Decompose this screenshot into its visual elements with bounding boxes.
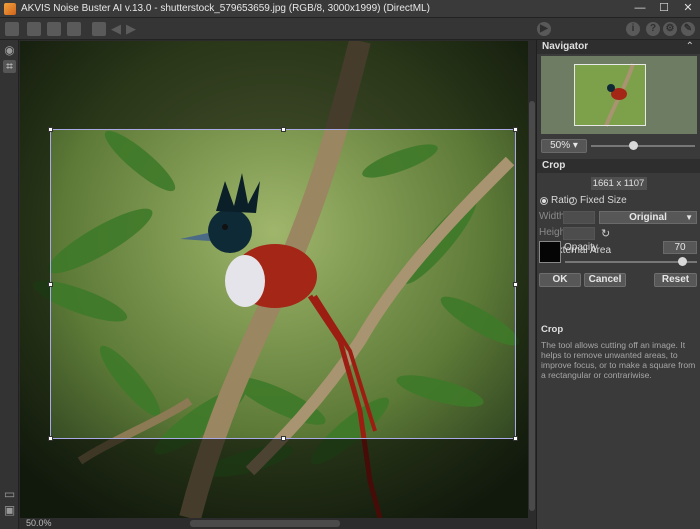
bottom-tool-icon[interactable]: ▣ [3, 504, 16, 517]
crop-handle-top-right[interactable] [513, 127, 518, 132]
help-icon[interactable]: ? [646, 22, 660, 36]
height-field[interactable] [563, 227, 595, 240]
crop-handle-bottom-left[interactable] [48, 436, 53, 441]
crop-frame[interactable] [48, 127, 518, 441]
opacity-label: Opacity [564, 242, 598, 253]
navigator-view-frame[interactable] [573, 64, 646, 126]
fixed-size-label: Fixed Size [580, 195, 627, 206]
tools-column: ◉ ⌗ ▭ ▣ [0, 40, 19, 529]
horizontal-scroll-thumb[interactable] [190, 520, 340, 527]
external-area-top [20, 41, 528, 129]
collapse-icon[interactable]: ⌃ [686, 40, 694, 54]
ratio-radio[interactable] [540, 197, 548, 205]
settings-icon[interactable]: ⚙ [663, 22, 677, 36]
navigator-title: Navigator [542, 41, 589, 52]
crop-handle-top[interactable] [281, 127, 286, 132]
height-row: Height ↻ [537, 226, 700, 242]
before-after-icon[interactable]: ▭ [3, 488, 16, 501]
opacity-slider[interactable] [565, 257, 697, 266]
image-canvas[interactable] [20, 41, 528, 518]
redo-icon[interactable]: ▶ [126, 21, 136, 37]
rotate-icon[interactable]: ↻ [601, 227, 610, 240]
ok-button[interactable]: OK [539, 273, 581, 287]
width-label: Width [539, 211, 565, 222]
zoom-status: 50.0% [26, 518, 52, 528]
crop-header: Crop [537, 159, 700, 173]
open-icon[interactable] [5, 22, 19, 36]
info-icon[interactable]: i [626, 22, 640, 36]
hand-icon[interactable]: ◉ [3, 44, 16, 57]
opacity-value-field[interactable]: 70 [663, 241, 697, 254]
width-row: Width Original ▼ [537, 210, 700, 226]
minimize-button[interactable]: — [632, 1, 648, 16]
zoom-slider[interactable] [591, 141, 695, 150]
crop-icon[interactable]: ⌗ [3, 60, 16, 73]
zoom-dropdown[interactable]: 50% ▾ [541, 139, 587, 153]
title-bar: AKVIS Noise Buster AI v.13.0 - shutterst… [0, 0, 700, 18]
preferences-icon[interactable]: ✎ [681, 22, 695, 36]
status-bar: 50.0% [20, 518, 536, 529]
external-area-color-swatch[interactable] [539, 241, 561, 263]
share-icon[interactable] [92, 22, 106, 36]
maximize-button[interactable]: ☐ [656, 1, 672, 16]
opacity-slider-knob[interactable] [678, 257, 687, 266]
vertical-scrollbar[interactable] [528, 41, 536, 518]
zoom-row: 50% ▾ [537, 137, 700, 157]
help-title: Crop [541, 324, 564, 335]
fixed-size-radio[interactable] [569, 197, 577, 205]
vertical-scroll-thumb[interactable] [529, 101, 535, 511]
cancel-button[interactable]: Cancel [584, 273, 626, 287]
crop-handle-right[interactable] [513, 282, 518, 287]
navigator-preview[interactable] [540, 56, 697, 134]
zoom-slider-knob[interactable] [629, 141, 638, 150]
close-button[interactable]: ✕ [680, 1, 696, 16]
crop-title: Crop [542, 160, 566, 171]
print-icon[interactable] [67, 22, 81, 36]
crop-handle-left[interactable] [48, 282, 53, 287]
save-icon[interactable] [27, 22, 41, 36]
window-title: AKVIS Noise Buster AI v.13.0 - shutterst… [21, 3, 430, 14]
window-controls: — ☐ ✕ [632, 1, 696, 16]
run-icon[interactable]: ▶ [537, 22, 551, 36]
help-text: The tool allows cutting off an image. It… [541, 340, 696, 380]
settings-panel: Navigator ⌃ 50% ▾ Crop 1661 x 1107 Ratio… [536, 40, 700, 529]
external-area-bottom [20, 439, 528, 518]
navigator-header: Navigator ⌃ [537, 40, 700, 54]
main-toolbar: ◀ ▶ ▶ i ? ⚙ ✎ [0, 18, 700, 40]
reset-button[interactable]: Reset [654, 273, 697, 287]
save-as-icon[interactable] [47, 22, 61, 36]
width-field[interactable] [563, 211, 595, 224]
crop-handle-bottom-right[interactable] [513, 436, 518, 441]
undo-icon[interactable]: ◀ [111, 21, 121, 37]
crop-dimensions: 1661 x 1107 [590, 177, 647, 190]
crop-handle-top-left[interactable] [48, 127, 53, 132]
crop-preset-dropdown[interactable]: Original ▼ [599, 211, 697, 224]
external-area-left [20, 129, 50, 439]
app-logo-icon [4, 2, 16, 15]
crop-mode-row: Ratio Fixed Size [537, 194, 700, 210]
crop-handle-bottom[interactable] [281, 436, 286, 441]
